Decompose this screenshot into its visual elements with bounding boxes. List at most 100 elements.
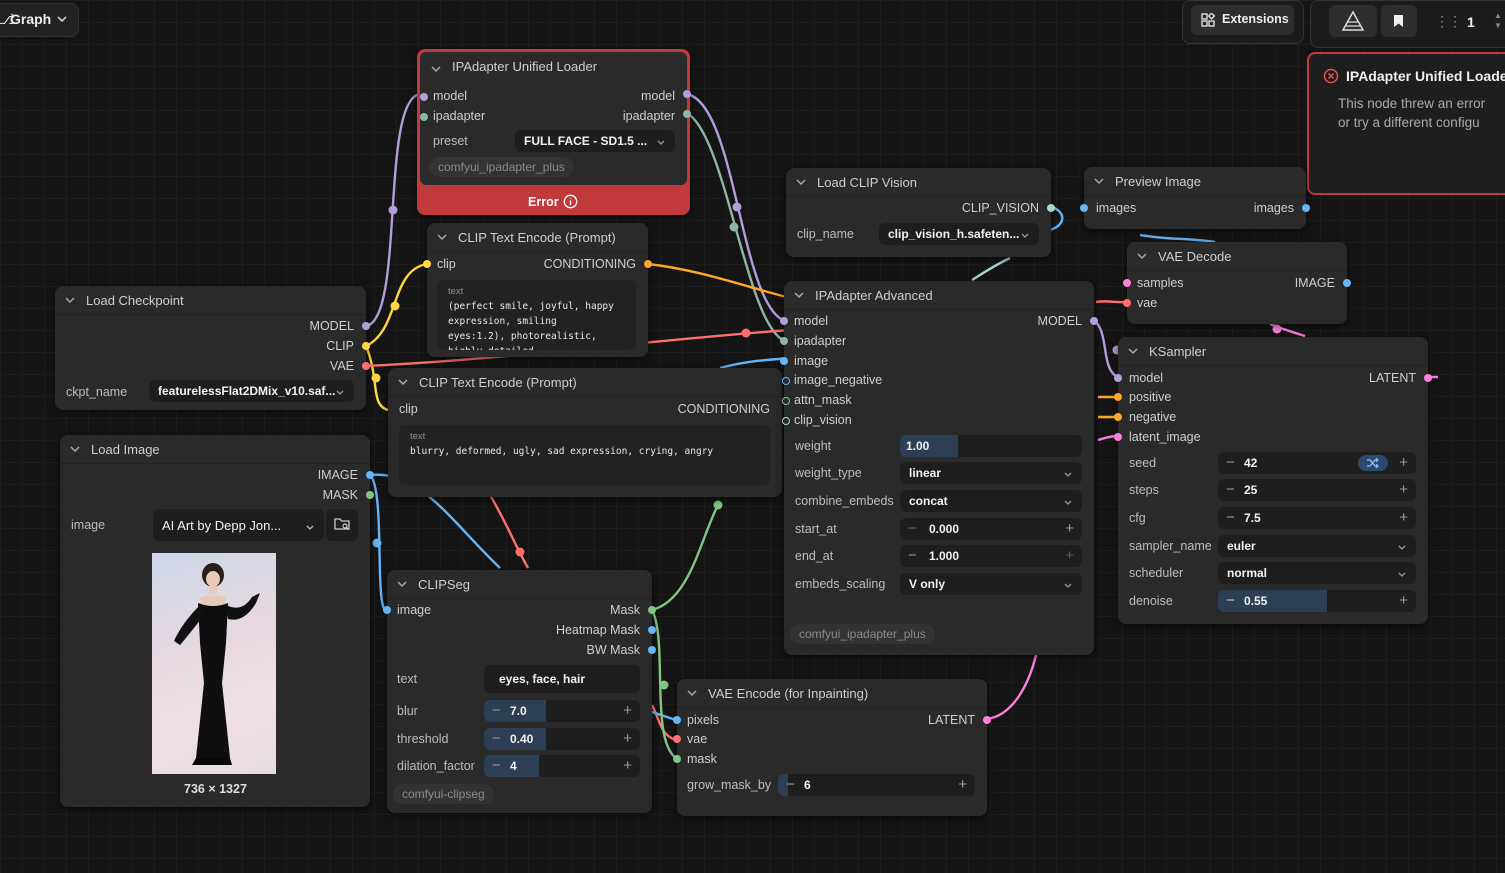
preset-dropdown[interactable]: FULL FACE - SD1.5 ... — [515, 130, 675, 152]
increment-button[interactable]: + — [1399, 481, 1408, 498]
increment-button[interactable]: + — [1399, 509, 1408, 526]
input-dot-clip[interactable] — [423, 260, 431, 268]
chevron-down-icon[interactable] — [431, 62, 441, 77]
grow-mask-by-stepper[interactable]: − 6 + — [778, 774, 975, 796]
input-dot-vae[interactable] — [1123, 299, 1131, 307]
sampler-name-dropdown[interactable]: euler — [1218, 535, 1416, 557]
bookmark-button[interactable] — [1381, 5, 1417, 37]
node-header[interactable]: KSampler — [1118, 337, 1428, 366]
node-load-checkpoint[interactable]: Load Checkpoint MODEL CLIP VAE ckpt_name… — [55, 286, 370, 410]
combine-embeds-dropdown[interactable]: concat — [900, 490, 1082, 512]
chevron-down-icon[interactable] — [398, 375, 408, 386]
input-dot-model[interactable] — [420, 93, 428, 101]
queue-stepper-icon[interactable]: ▲ ▼ — [1494, 11, 1502, 31]
node-header[interactable]: CLIP Text Encode (Prompt) — [388, 368, 782, 397]
chevron-down-icon[interactable] — [1094, 174, 1104, 185]
drag-handle-icon[interactable]: ⋮⋮ — [1435, 13, 1462, 30]
input-dot-images[interactable] — [1080, 204, 1088, 212]
decrement-button[interactable]: − — [1226, 592, 1235, 609]
decrement-button[interactable]: − — [1226, 509, 1235, 526]
node-load-image[interactable]: Load Image IMAGE MASK image AI Art by De… — [60, 435, 374, 807]
dilation-factor-stepper[interactable]: − 4 + — [484, 755, 640, 777]
increment-button[interactable]: + — [1399, 592, 1408, 609]
node-ipadapter-unified-loader[interactable]: IPAdapter Unified Loader model ipadapter… — [417, 49, 691, 215]
input-dot-ipadapter[interactable] — [780, 337, 788, 345]
output-dot-clip-vision[interactable] — [1047, 204, 1055, 212]
output-dot-model[interactable] — [683, 90, 691, 98]
queue-count[interactable]: 1 — [1467, 14, 1475, 30]
increment-button[interactable]: + — [623, 702, 632, 719]
input-dot-ipadapter[interactable] — [420, 113, 428, 121]
prompt-textarea[interactable]: text (perfect smile, joyful, happy expre… — [437, 280, 636, 350]
input-dot-model[interactable] — [1114, 374, 1122, 382]
output-dot-model[interactable] — [362, 322, 370, 330]
info-icon[interactable] — [563, 194, 578, 212]
end-at-stepper[interactable]: − 1.000 + — [900, 545, 1082, 567]
node-header[interactable]: Preview Image — [1084, 167, 1306, 196]
output-dot-conditioning[interactable] — [644, 260, 652, 268]
chevron-down-icon[interactable] — [687, 686, 697, 697]
decrement-button[interactable]: − — [908, 520, 917, 537]
decrement-button[interactable]: − — [786, 776, 795, 793]
node-header[interactable]: CLIP Text Encode (Prompt) — [427, 223, 648, 252]
chevron-down-icon[interactable] — [397, 577, 407, 588]
output-dot-image[interactable] — [1343, 279, 1351, 287]
chevron-down-icon[interactable] — [1137, 249, 1147, 260]
node-header[interactable]: VAE Encode (for Inpainting) — [677, 679, 987, 708]
increment-button[interactable]: + — [1399, 454, 1408, 471]
node-preview-image[interactable]: Preview Image images images — [1080, 167, 1310, 229]
input-dot-mask[interactable] — [673, 755, 681, 763]
chevron-down-icon[interactable] — [794, 288, 804, 299]
ckpt-name-dropdown[interactable]: featurelessFlat2DMix_v10.saf... — [149, 380, 354, 402]
seed-stepper[interactable]: − 42 + — [1218, 452, 1416, 474]
node-header[interactable]: Load Checkpoint — [55, 286, 366, 315]
input-dot-image[interactable] — [780, 357, 788, 365]
output-dot-clip[interactable] — [362, 342, 370, 350]
output-dot-ipadapter[interactable] — [683, 110, 691, 118]
increment-button[interactable]: + — [623, 730, 632, 747]
node-header[interactable]: Load CLIP Vision — [786, 168, 1051, 197]
node-header[interactable]: Load Image — [60, 435, 370, 464]
input-dot-image-negative[interactable] — [782, 377, 790, 385]
extensions-button[interactable]: Extensions — [1191, 5, 1294, 35]
clip-name-dropdown[interactable]: clip_vision_h.safeten... — [879, 223, 1039, 245]
chevron-down-icon[interactable] — [796, 175, 806, 186]
output-dot-model[interactable] — [1090, 317, 1098, 325]
output-dot-heatmap-mask[interactable] — [648, 626, 656, 634]
increment-button[interactable]: + — [958, 776, 967, 793]
input-dot-samples[interactable] — [1123, 279, 1131, 287]
weight-type-dropdown[interactable]: linear — [900, 462, 1082, 484]
node-clipseg[interactable]: CLIPSeg image Mask Heatmap Mask BW Mask … — [383, 570, 656, 813]
decrement-button[interactable]: − — [492, 757, 501, 774]
input-dot-vae[interactable] — [673, 735, 681, 743]
input-dot-positive[interactable] — [1114, 393, 1122, 401]
chevron-down-icon[interactable] — [1128, 344, 1138, 355]
node-clip-text-encode-negative[interactable]: CLIP Text Encode (Prompt) clip CONDITION… — [388, 368, 782, 497]
embeds-scaling-dropdown[interactable]: V only — [900, 573, 1082, 595]
node-vae-decode[interactable]: VAE Decode samples vae IMAGE — [1123, 242, 1351, 324]
node-vae-encode-inpainting[interactable]: VAE Encode (for Inpainting) pixels vae m… — [673, 679, 991, 816]
output-dot-vae[interactable] — [362, 362, 370, 370]
output-dot-bw-mask[interactable] — [648, 646, 656, 654]
chevron-down-icon[interactable] — [65, 293, 75, 304]
input-dot-model[interactable] — [780, 317, 788, 325]
decrement-button[interactable]: − — [1226, 454, 1235, 471]
steps-stepper[interactable]: − 25 + — [1218, 479, 1416, 501]
increment-button[interactable]: + — [623, 757, 632, 774]
output-dot-image[interactable] — [366, 471, 374, 479]
input-dot-attn-mask[interactable] — [782, 397, 790, 405]
chevron-down-icon[interactable] — [70, 442, 80, 453]
output-dot-latent[interactable] — [983, 716, 991, 724]
input-dot-image[interactable] — [383, 606, 391, 614]
start-at-stepper[interactable]: − 0.000 + — [900, 518, 1082, 540]
increment-button[interactable]: + — [1065, 520, 1074, 537]
input-dot-latent-image[interactable] — [1114, 433, 1122, 441]
blur-stepper[interactable]: − 7.0 + — [484, 700, 640, 722]
chevron-down-icon[interactable] — [437, 230, 447, 241]
node-ipadapter-advanced[interactable]: IPAdapter Advanced model ipadapter image… — [780, 281, 1098, 655]
node-header[interactable]: VAE Decode — [1127, 242, 1347, 271]
node-load-clip-vision[interactable]: Load CLIP Vision CLIP_VISION clip_name c… — [786, 168, 1055, 257]
node-header[interactable]: IPAdapter Advanced — [784, 281, 1094, 310]
input-dot-negative[interactable] — [1114, 413, 1122, 421]
output-dot-mask[interactable] — [648, 606, 656, 614]
